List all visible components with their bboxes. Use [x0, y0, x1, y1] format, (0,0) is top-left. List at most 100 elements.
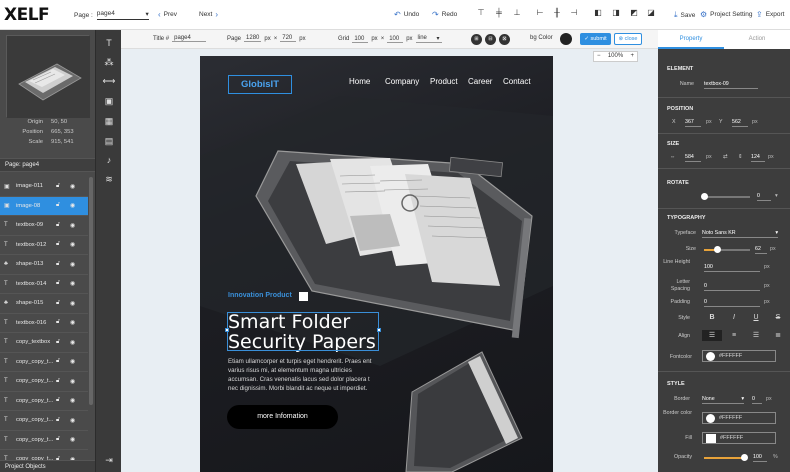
- guide-toggle-icon[interactable]: ⊠: [499, 34, 510, 45]
- line-tool-icon[interactable]: ⟷: [102, 74, 116, 88]
- layer-row[interactable]: Ttextbox-016 🔓︎ ◉: [0, 314, 88, 333]
- eye-icon[interactable]: ◉: [70, 261, 75, 268]
- page-thumbnail[interactable]: [6, 35, 90, 118]
- table-tool-icon[interactable]: ▦: [102, 114, 116, 128]
- slider-knob[interactable]: [700, 193, 708, 200]
- eye-icon[interactable]: ◉: [70, 241, 75, 248]
- align-center-icon[interactable]: ╫: [551, 8, 563, 20]
- zoom-out-icon[interactable]: −: [597, 53, 601, 60]
- nav-contact[interactable]: Contact: [503, 77, 531, 86]
- pos-x-input[interactable]: 367: [685, 119, 701, 127]
- typeface-select[interactable]: Noto Sans KR ▾: [702, 230, 778, 238]
- save-button[interactable]: ⤓ Save: [674, 10, 695, 20]
- layer-row[interactable]: Tcopy_copy_t...🔓︎ ◉: [0, 372, 88, 392]
- submit-button[interactable]: ✓ submit: [580, 33, 611, 45]
- layer-row[interactable]: ▣ image-011 🔓︎ ◉: [0, 177, 88, 197]
- layer-row[interactable]: ♣ shape-015 🔓︎ ◉: [0, 294, 88, 314]
- eye-icon[interactable]: ◉: [70, 436, 75, 443]
- exit-icon[interactable]: ⇥: [102, 453, 116, 467]
- layer-row[interactable]: Ttextbox-09 🔓︎ ◉: [0, 216, 88, 236]
- layer-row[interactable]: Tcopy_textbox 🔓︎ ◉: [0, 333, 88, 353]
- align-middle-icon[interactable]: ╪: [493, 8, 505, 20]
- layer-scrollbar[interactable]: [89, 177, 93, 405]
- layer-row[interactable]: ♣ shape-013 🔓︎ ◉: [0, 255, 88, 275]
- next-button[interactable]: Next ›: [199, 10, 218, 19]
- title-field[interactable]: Title # page4: [153, 35, 207, 42]
- chevron-down-icon[interactable]: ▾: [775, 193, 778, 199]
- audio-tool-icon[interactable]: ♪: [102, 153, 116, 167]
- bring-forward-icon[interactable]: ◨: [610, 8, 622, 20]
- resize-handle-right[interactable]: [377, 328, 381, 332]
- bg-color-swatch[interactable]: [560, 33, 572, 45]
- height-input[interactable]: 124: [751, 154, 765, 162]
- eye-icon[interactable]: ◉: [70, 202, 75, 209]
- layer-row[interactable]: Tcopy_copy_t...🔓︎ ◉: [0, 392, 88, 411]
- eye-icon[interactable]: ◉: [70, 397, 75, 404]
- zoom-control[interactable]: − 100% +: [593, 51, 638, 62]
- rotate-slider[interactable]: [700, 193, 750, 200]
- bring-front-icon[interactable]: ◧: [592, 8, 604, 20]
- shape-tool-icon[interactable]: ⁂: [102, 55, 116, 69]
- lock-icon[interactable]: 🔓︎: [56, 397, 60, 404]
- align-right-icon[interactable]: ⊣: [568, 8, 580, 20]
- eye-icon[interactable]: ◉: [70, 183, 75, 190]
- slider-knob[interactable]: [740, 454, 748, 461]
- font-size-input[interactable]: 62: [755, 246, 767, 254]
- eye-icon[interactable]: ◉: [70, 378, 75, 385]
- title-input[interactable]: page4: [172, 35, 207, 42]
- line-height-input[interactable]: 100: [704, 264, 760, 272]
- eye-icon[interactable]: ◉: [70, 222, 75, 229]
- eye-icon[interactable]: ◉: [70, 358, 75, 365]
- lock-icon[interactable]: 🔓︎: [56, 241, 60, 248]
- artboard[interactable]: GlobisIT Home Company Product Career Con…: [200, 56, 553, 472]
- nav-company[interactable]: Company: [385, 77, 419, 86]
- align-left-icon[interactable]: ⊢: [534, 8, 546, 20]
- padding-input[interactable]: 0: [704, 299, 760, 307]
- selection-frame[interactable]: [227, 312, 379, 351]
- lock-icon[interactable]: 🔓︎: [56, 417, 60, 424]
- italic-button[interactable]: I: [724, 312, 744, 323]
- link-ratio-icon[interactable]: ⇄: [723, 154, 727, 160]
- underline-button[interactable]: U: [746, 312, 766, 323]
- grid-type-select[interactable]: line ▾: [415, 35, 442, 43]
- layers-tool-icon[interactable]: ≋: [102, 172, 116, 186]
- align-left-icon[interactable]: ☰: [702, 330, 722, 341]
- lock-icon[interactable]: 🔓︎: [56, 300, 60, 307]
- lock-icon[interactable]: 🔓︎: [56, 183, 60, 190]
- layer-row[interactable]: Tcopy_copy_t...🔓︎ ◉: [0, 353, 88, 372]
- lock-icon[interactable]: 🔓︎: [56, 261, 60, 268]
- resize-handle-left[interactable]: [225, 328, 229, 332]
- image-tool-icon[interactable]: ▣: [102, 94, 116, 108]
- close-button[interactable]: ⊗ close: [614, 33, 642, 45]
- bold-button[interactable]: B: [702, 312, 722, 323]
- note-tool-icon[interactable]: ▤: [102, 134, 116, 148]
- lock-icon[interactable]: 🔓︎: [56, 436, 60, 443]
- fill-picker[interactable]: #FFFFFF: [702, 432, 776, 444]
- prev-button[interactable]: ‹ Prev: [158, 10, 177, 19]
- border-style-select[interactable]: None ▾: [702, 396, 744, 404]
- slider-knob[interactable]: [714, 246, 722, 253]
- grid-width-input[interactable]: 100: [352, 36, 369, 43]
- nav-home[interactable]: Home: [349, 77, 370, 86]
- export-button[interactable]: ⇪ Export: [756, 10, 785, 19]
- snap-toggle-icon[interactable]: ⊟: [485, 34, 496, 45]
- more-information-button[interactable]: more Infomation: [227, 405, 338, 429]
- innovation-label[interactable]: Innovation Product: [228, 292, 292, 299]
- layer-row[interactable]: ▣ image-08 🔓︎ ◉: [0, 196, 88, 216]
- align-right-icon[interactable]: ☰: [746, 330, 766, 341]
- letter-spacing-input[interactable]: 0: [704, 283, 760, 291]
- align-justify-icon[interactable]: ≣: [768, 330, 788, 341]
- eye-icon[interactable]: ◉: [70, 417, 75, 424]
- font-size-slider[interactable]: [704, 246, 750, 253]
- nav-career[interactable]: Career: [468, 77, 492, 86]
- border-width-input[interactable]: 0: [752, 396, 762, 404]
- lock-icon[interactable]: 🔓︎: [56, 319, 60, 326]
- undo-button[interactable]: ↶ Undo: [394, 10, 419, 19]
- brand-logo[interactable]: GlobisIT: [228, 75, 292, 94]
- project-setting-button[interactable]: ⚙ Project Setting: [700, 10, 752, 19]
- page-width-input[interactable]: 1280: [244, 35, 262, 42]
- strike-button[interactable]: S: [768, 312, 788, 323]
- redo-button[interactable]: ↷ Redo: [432, 10, 457, 19]
- text-tool-icon[interactable]: T: [102, 36, 116, 50]
- layer-row[interactable]: Tcopy_copy_t...🔓︎ ◉: [0, 431, 88, 450]
